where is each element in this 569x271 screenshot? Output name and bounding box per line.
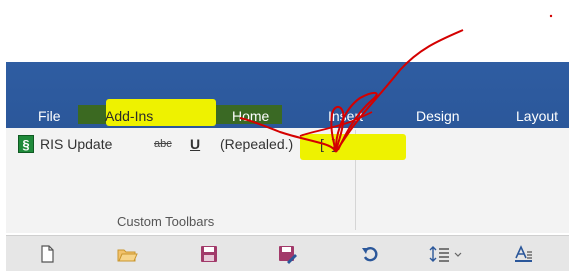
tab-layout[interactable]: Layout bbox=[516, 104, 558, 128]
new-doc-icon[interactable] bbox=[36, 244, 58, 264]
ribbon-tabs: File Add-Ins Home Insert Design Layout bbox=[6, 104, 569, 128]
repealed-button[interactable]: (Repealed.) bbox=[220, 133, 293, 155]
tab-design[interactable]: Design bbox=[416, 104, 460, 128]
app-window: File Add-Ins Home Insert Design Layout §… bbox=[0, 0, 569, 271]
tab-insert[interactable]: Insert bbox=[328, 104, 363, 128]
strikethrough-button[interactable]: abc bbox=[154, 133, 172, 155]
section-sign-icon[interactable]: § bbox=[18, 135, 34, 153]
font-color-icon[interactable] bbox=[512, 244, 534, 264]
save-as-icon[interactable] bbox=[276, 244, 298, 264]
line-spacing-icon[interactable] bbox=[428, 244, 468, 264]
group-caption-custom-toolbars: Custom Toolbars bbox=[117, 214, 215, 229]
underline-button[interactable]: U bbox=[190, 133, 200, 155]
undo-icon[interactable] bbox=[360, 244, 382, 264]
yellow-highlight-mark bbox=[300, 134, 406, 160]
open-folder-icon[interactable] bbox=[116, 244, 138, 264]
brackets-button[interactable]: [ ] bbox=[320, 133, 338, 155]
tab-file[interactable]: File bbox=[38, 104, 61, 128]
tab-add-ins[interactable]: Add-Ins bbox=[105, 104, 153, 128]
ris-update-button[interactable]: RIS Update bbox=[40, 133, 112, 155]
save-icon[interactable] bbox=[198, 244, 220, 264]
tab-home[interactable]: Home bbox=[232, 104, 269, 128]
